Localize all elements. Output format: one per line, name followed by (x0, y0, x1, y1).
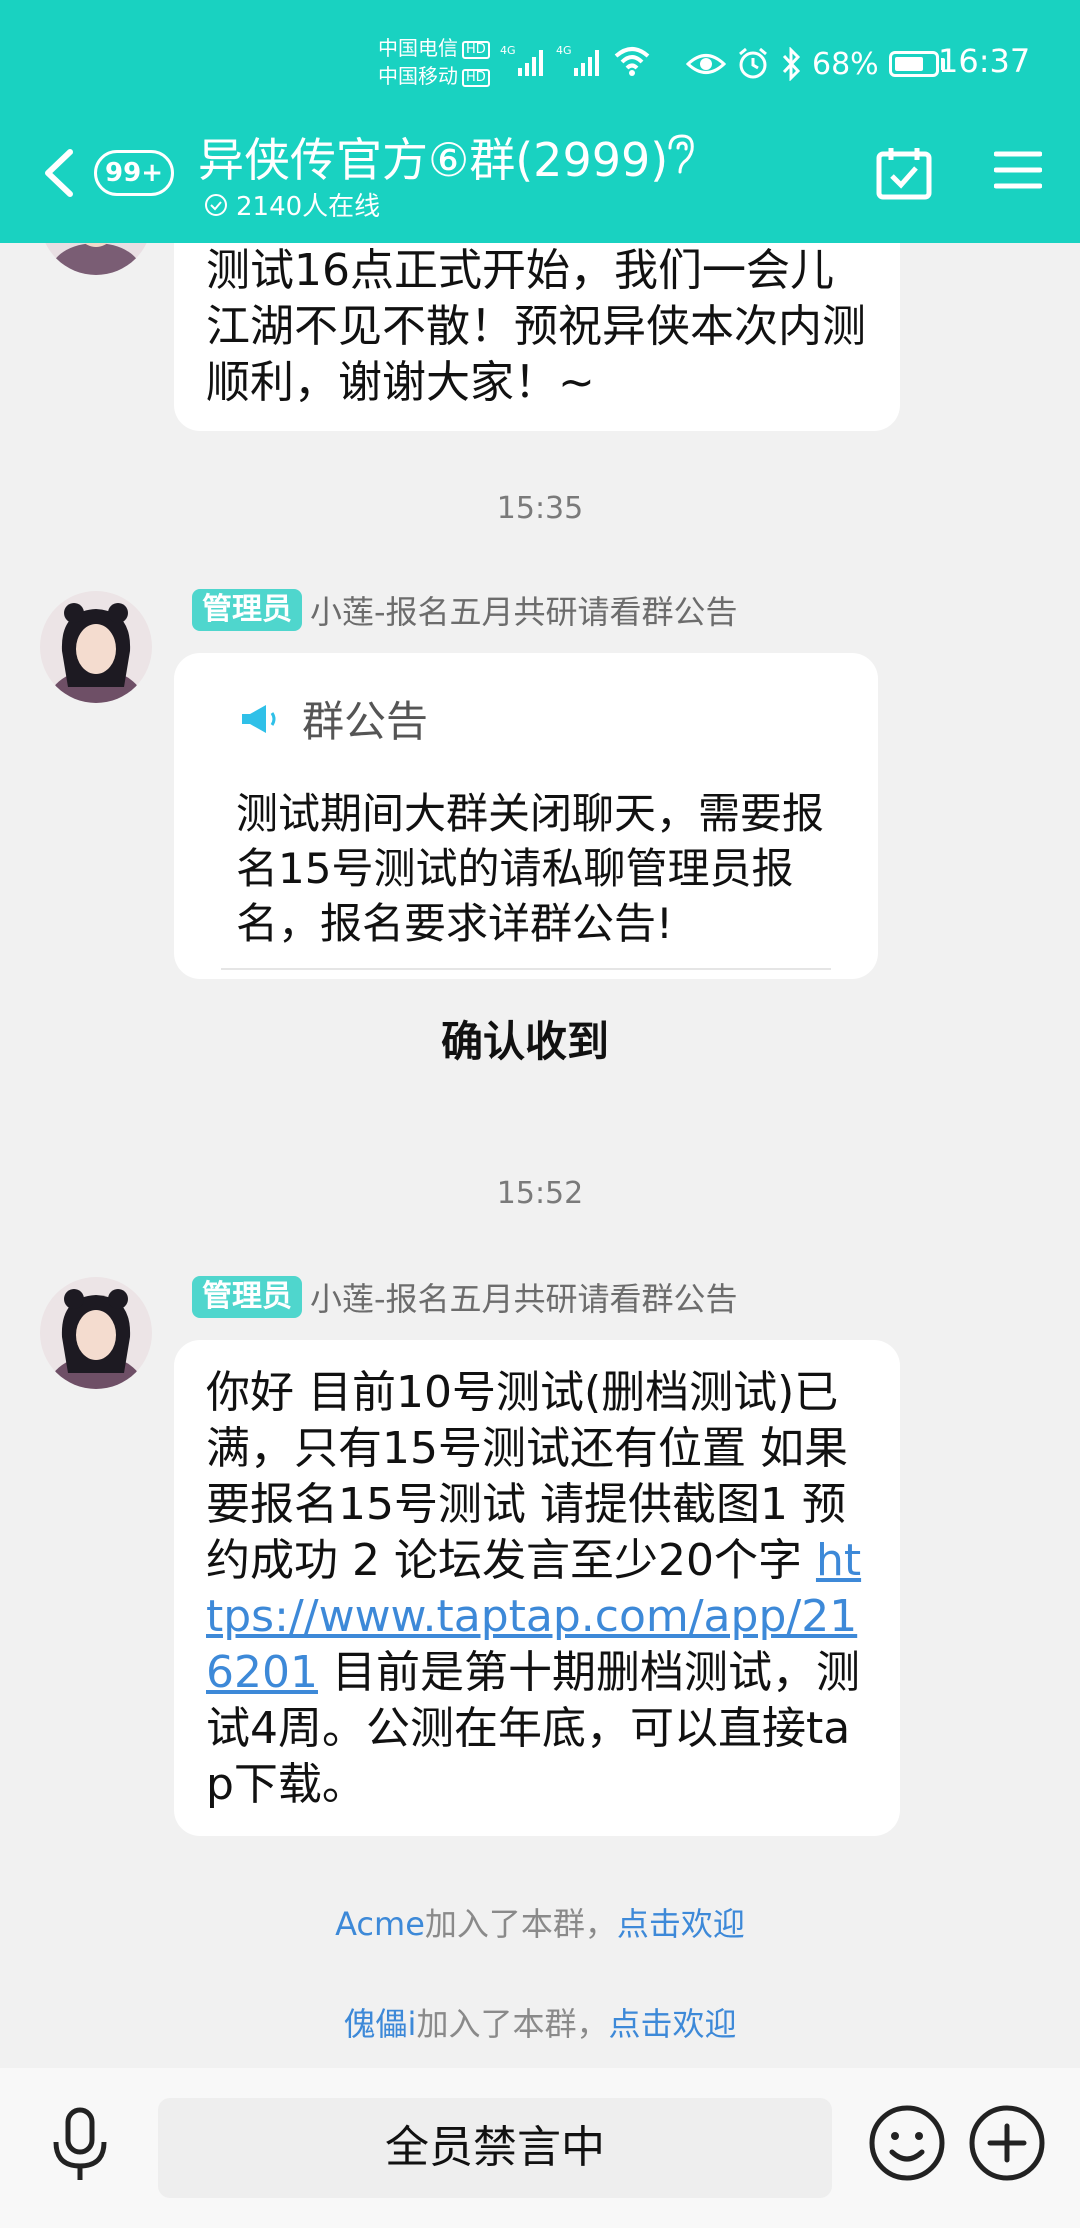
hd-badge-2: HD (462, 69, 490, 87)
chat-header: 中国电信 HD 中国移动 HD 4G 4G 68% 16:37 99+ 异侠传官… (0, 0, 1080, 243)
avatar[interactable] (40, 591, 152, 703)
status-bar: 中国电信 HD 中国移动 HD 4G 4G 68% 16:37 (0, 0, 1080, 125)
menu-icon[interactable] (994, 150, 1042, 190)
sender-row: 管理员 小莲-报名五月共研请看群公告 (192, 1274, 738, 1320)
muted-input: 全员禁言中 (158, 2098, 832, 2198)
megaphone-icon (242, 704, 276, 733)
timestamp: 15:52 (496, 1176, 584, 1211)
battery-percent: 68% (812, 46, 879, 82)
welcome-link[interactable]: 点击欢迎 (608, 2005, 736, 2043)
calendar-check-icon[interactable] (876, 146, 932, 200)
back-arrow-icon[interactable] (40, 148, 80, 198)
timestamp: 15:35 (496, 491, 584, 526)
sender-row: 管理员 小莲-报名五月共研请看群公告 (192, 587, 738, 633)
input-bar: 全员禁言中 (0, 2068, 1080, 2228)
joined-text: 加入了本群， (424, 1905, 617, 1943)
emoji-icon[interactable] (868, 2104, 946, 2182)
join-notice: Acme加入了本群，点击欢迎 (0, 1899, 1080, 1945)
carrier-1: 中国电信 (378, 36, 458, 60)
welcome-link[interactable]: 点击欢迎 (617, 1905, 745, 1943)
svg-text:4G: 4G (556, 44, 572, 57)
message-bubble[interactable]: 测试16点正式开始，我们一会儿江湖不见不散！预祝异侠本次内测顺利，谢谢大家！~ (174, 243, 900, 431)
message-text: 测试16点正式开始，我们一会儿江湖不见不散！预祝异侠本次内测顺利，谢谢大家！~ (206, 245, 866, 408)
join-notice: 傀儡i加入了本群，点击欢迎 (0, 1999, 1080, 2045)
joined-user-name[interactable]: 傀儡i (344, 2005, 417, 2043)
carrier-info: 中国电信 HD 中国移动 HD (378, 34, 490, 90)
joined-text: 加入了本群， (416, 2005, 609, 2043)
admin-role-tag: 管理员 (192, 589, 302, 631)
alarm-icon (739, 47, 767, 79)
online-count: 2140人在线 (236, 192, 381, 222)
carrier-2: 中国移动 (378, 64, 458, 88)
confirm-received-button[interactable]: 确认收到 (175, 1008, 875, 1069)
hd-badge-1: HD (462, 41, 490, 59)
battery-icon (888, 51, 939, 77)
notice-title: 群公告 (302, 697, 429, 746)
sender-name[interactable]: 小莲-报名五月共研请看群公告 (310, 587, 738, 633)
bluetooth-icon (782, 47, 801, 81)
chat-area[interactable]: 测试16点正式开始，我们一会儿江湖不见不散！预祝异侠本次内测顺利，谢谢大家！~ … (0, 243, 1080, 2068)
online-status: 2140人在线 (204, 186, 380, 223)
notice-divider (221, 968, 831, 970)
notice-header: 群公告 (240, 688, 428, 749)
message-text: 你好 目前10号测试(删档测试)已满，只有15号测试还有位置 如果要报名15号测… (206, 1365, 878, 1813)
wifi-icon (614, 47, 650, 76)
plus-icon[interactable] (968, 2104, 1046, 2182)
notice-body: 测试期间大群关闭聊天，需要报名15号测试的请私聊管理员报名，报名要求详群公告! (236, 789, 825, 948)
ear-mode-icon[interactable] (662, 132, 698, 176)
message-bubble[interactable]: 你好 目前10号测试(删档测试)已满，只有15号测试还有位置 如果要报名15号测… (174, 1340, 900, 1836)
online-check-icon (205, 193, 227, 216)
status-icons: 68% (686, 44, 945, 84)
avatar[interactable] (40, 243, 152, 275)
svg-text:4G: 4G (500, 44, 516, 57)
joined-user-name[interactable]: Acme (335, 1905, 425, 1943)
clock: 16:37 (938, 42, 1031, 80)
group-title[interactable]: 异侠传官方⑥群(2999) (198, 124, 668, 190)
message-text-part: 你好 目前10号测试(删档测试)已满，只有15号测试还有位置 如果要报名15号测… (206, 1367, 848, 1586)
microphone-icon[interactable] (50, 2106, 110, 2186)
admin-role-tag: 管理员 (192, 1276, 302, 1318)
unread-badge[interactable]: 99+ (94, 150, 174, 196)
eye-comfort-icon (686, 54, 726, 74)
signal-icon-1: 4G (500, 44, 543, 76)
signal-icon-2: 4G (556, 44, 599, 76)
avatar[interactable] (40, 1277, 152, 1389)
sender-name[interactable]: 小莲-报名五月共研请看群公告 (310, 1274, 738, 1320)
